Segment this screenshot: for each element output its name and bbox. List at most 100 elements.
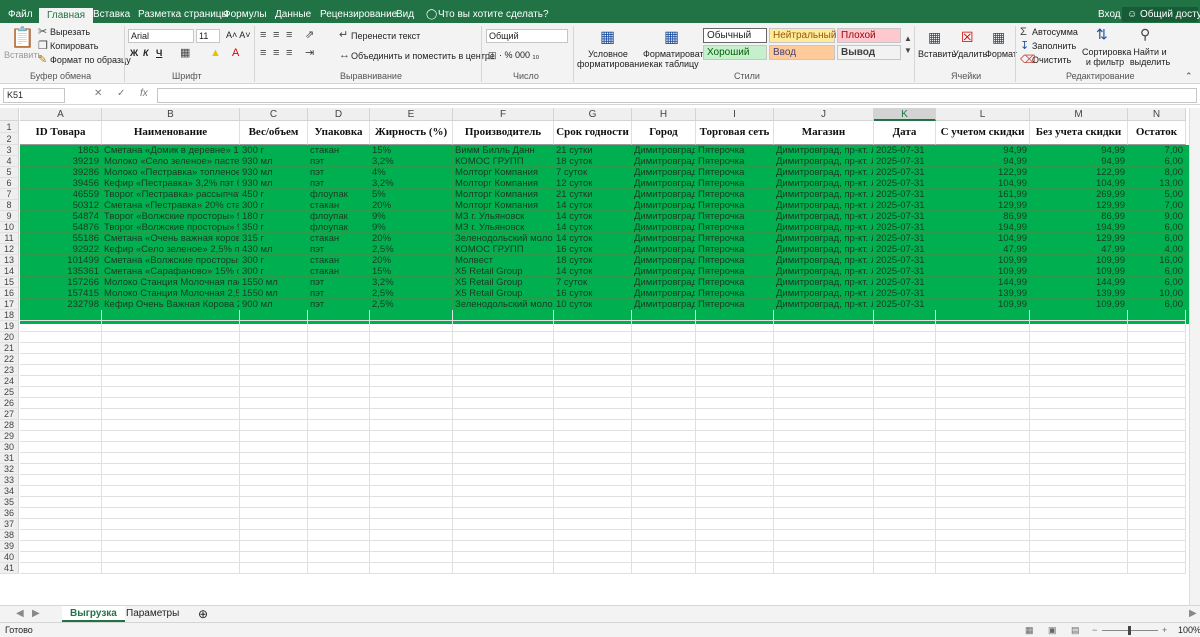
cell-c[interactable] (240, 453, 308, 464)
cell-a[interactable] (20, 475, 102, 486)
cell-m[interactable]: 104,99 (1030, 178, 1128, 189)
row-header[interactable]: 11 (0, 233, 19, 244)
cell-j[interactable] (774, 376, 874, 387)
cell-e[interactable]: 2,5% (370, 299, 453, 310)
cell-m[interactable] (1030, 409, 1128, 420)
cell-c[interactable] (240, 343, 308, 354)
cell-c[interactable] (240, 321, 308, 332)
cell-l[interactable] (936, 464, 1030, 475)
cell-c[interactable] (240, 530, 308, 541)
cell-c[interactable]: 900 мл (240, 299, 308, 310)
cell-e[interactable]: 9% (370, 222, 453, 233)
cell-i[interactable] (696, 475, 774, 486)
column-title[interactable]: Жирность (%) (370, 121, 453, 145)
cell-i[interactable] (696, 354, 774, 365)
cell-a[interactable] (20, 486, 102, 497)
cell-d[interactable] (308, 431, 370, 442)
merge-center-button[interactable]: Объединить и поместить в центре (351, 51, 495, 62)
cell-i[interactable] (696, 321, 774, 332)
row-header[interactable]: 15 (0, 277, 19, 288)
add-sheet-icon[interactable]: ⊕ (190, 606, 216, 622)
cell-g[interactable] (554, 541, 632, 552)
cell-e[interactable] (370, 398, 453, 409)
cell-f[interactable] (453, 387, 554, 398)
cell-a[interactable] (20, 354, 102, 365)
cell-n[interactable] (1128, 387, 1186, 398)
cell-m[interactable] (1030, 453, 1128, 464)
cell-n[interactable] (1128, 431, 1186, 442)
cell-b[interactable]: Сметана «Волжские просторы» (102, 255, 240, 266)
cell-l[interactable]: 144,99 (936, 277, 1030, 288)
sheet-tab-params[interactable]: Параметры (118, 606, 187, 622)
cell-i[interactable]: Пятерочка (696, 200, 774, 211)
cell-n[interactable] (1128, 464, 1186, 475)
cell-j[interactable]: Димитровград, пр-кт. Л (774, 211, 874, 222)
cell-c[interactable] (240, 365, 308, 376)
cell-m[interactable] (1030, 398, 1128, 409)
cell-b[interactable] (102, 530, 240, 541)
cell-e[interactable]: 4% (370, 167, 453, 178)
cell-f[interactable] (453, 365, 554, 376)
cell-k[interactable] (874, 552, 936, 563)
row-header[interactable]: 33 (0, 475, 19, 486)
column-header-d[interactable]: D (308, 108, 370, 121)
cell-i[interactable] (696, 365, 774, 376)
cell-l[interactable]: 122,99 (936, 167, 1030, 178)
cell-j[interactable]: Димитровград, пр-кт. Л (774, 255, 874, 266)
conditional-format-button[interactable]: Условное форматирование (577, 49, 649, 69)
font-name-select[interactable]: Arial (128, 29, 194, 43)
cell-j[interactable] (774, 365, 874, 376)
cell-d[interactable] (308, 497, 370, 508)
cell-n[interactable] (1128, 497, 1186, 508)
cell-f[interactable]: КОМОС ГРУПП (453, 156, 554, 167)
column-header-l[interactable]: L (936, 108, 1030, 121)
cell-f[interactable] (453, 332, 554, 343)
cell-k[interactable] (874, 453, 936, 464)
cell-l[interactable] (936, 486, 1030, 497)
cell-e[interactable] (370, 343, 453, 354)
cell-a[interactable] (20, 530, 102, 541)
paste-button[interactable]: Вставить (4, 50, 42, 61)
row-header[interactable]: 10 (0, 222, 19, 233)
cell-e[interactable] (370, 387, 453, 398)
cell-m[interactable] (1030, 497, 1128, 508)
number-format-select[interactable]: Общий (486, 29, 568, 43)
cell-i[interactable] (696, 541, 774, 552)
align-center-icon[interactable]: ≡ (273, 47, 279, 59)
cell-f[interactable] (453, 310, 554, 321)
cell-b[interactable]: Кефир «Село зеленое» 2,5% пэ (102, 244, 240, 255)
cell-j[interactable] (774, 453, 874, 464)
cell-a[interactable] (20, 398, 102, 409)
cell-e[interactable]: 9% (370, 211, 453, 222)
cell-m[interactable] (1030, 310, 1128, 321)
insert-cells-button[interactable]: Вставить (918, 49, 956, 60)
cell-b[interactable]: Молоко «Село зеленое» пастер (102, 156, 240, 167)
cell-a[interactable]: 232798 (20, 299, 102, 310)
cell-g[interactable] (554, 563, 632, 574)
style-neutral[interactable]: Нейтральный (769, 28, 836, 43)
column-header-b[interactable]: B (102, 108, 240, 121)
cell-c[interactable]: 930 мл (240, 178, 308, 189)
cell-k[interactable]: 2025-07-31 (874, 200, 936, 211)
row-header[interactable]: 4 (0, 156, 19, 167)
format-painter-button[interactable]: Формат по образцу (50, 55, 131, 66)
cell-d[interactable]: стакан (308, 145, 370, 156)
row-header[interactable]: 35 (0, 497, 19, 508)
cell-c[interactable]: 430 мл (240, 244, 308, 255)
cell-k[interactable] (874, 409, 936, 420)
cell-k[interactable]: 2025-07-31 (874, 156, 936, 167)
cell-a[interactable] (20, 343, 102, 354)
cell-g[interactable] (554, 519, 632, 530)
row-header[interactable]: 20 (0, 332, 19, 343)
cell-d[interactable] (308, 541, 370, 552)
column-title[interactable]: Срок годности (554, 121, 632, 145)
page-break-view-icon[interactable]: ▤ (1071, 623, 1080, 637)
cell-n[interactable]: 16,00 (1128, 255, 1186, 266)
copy-button[interactable]: Копировать (50, 41, 98, 52)
cell-h[interactable] (632, 343, 696, 354)
cell-h[interactable]: Димитровград (632, 222, 696, 233)
cell-c[interactable] (240, 420, 308, 431)
cell-b[interactable] (102, 332, 240, 343)
cell-e[interactable] (370, 530, 453, 541)
fill-button[interactable]: Заполнить (1032, 41, 1076, 52)
